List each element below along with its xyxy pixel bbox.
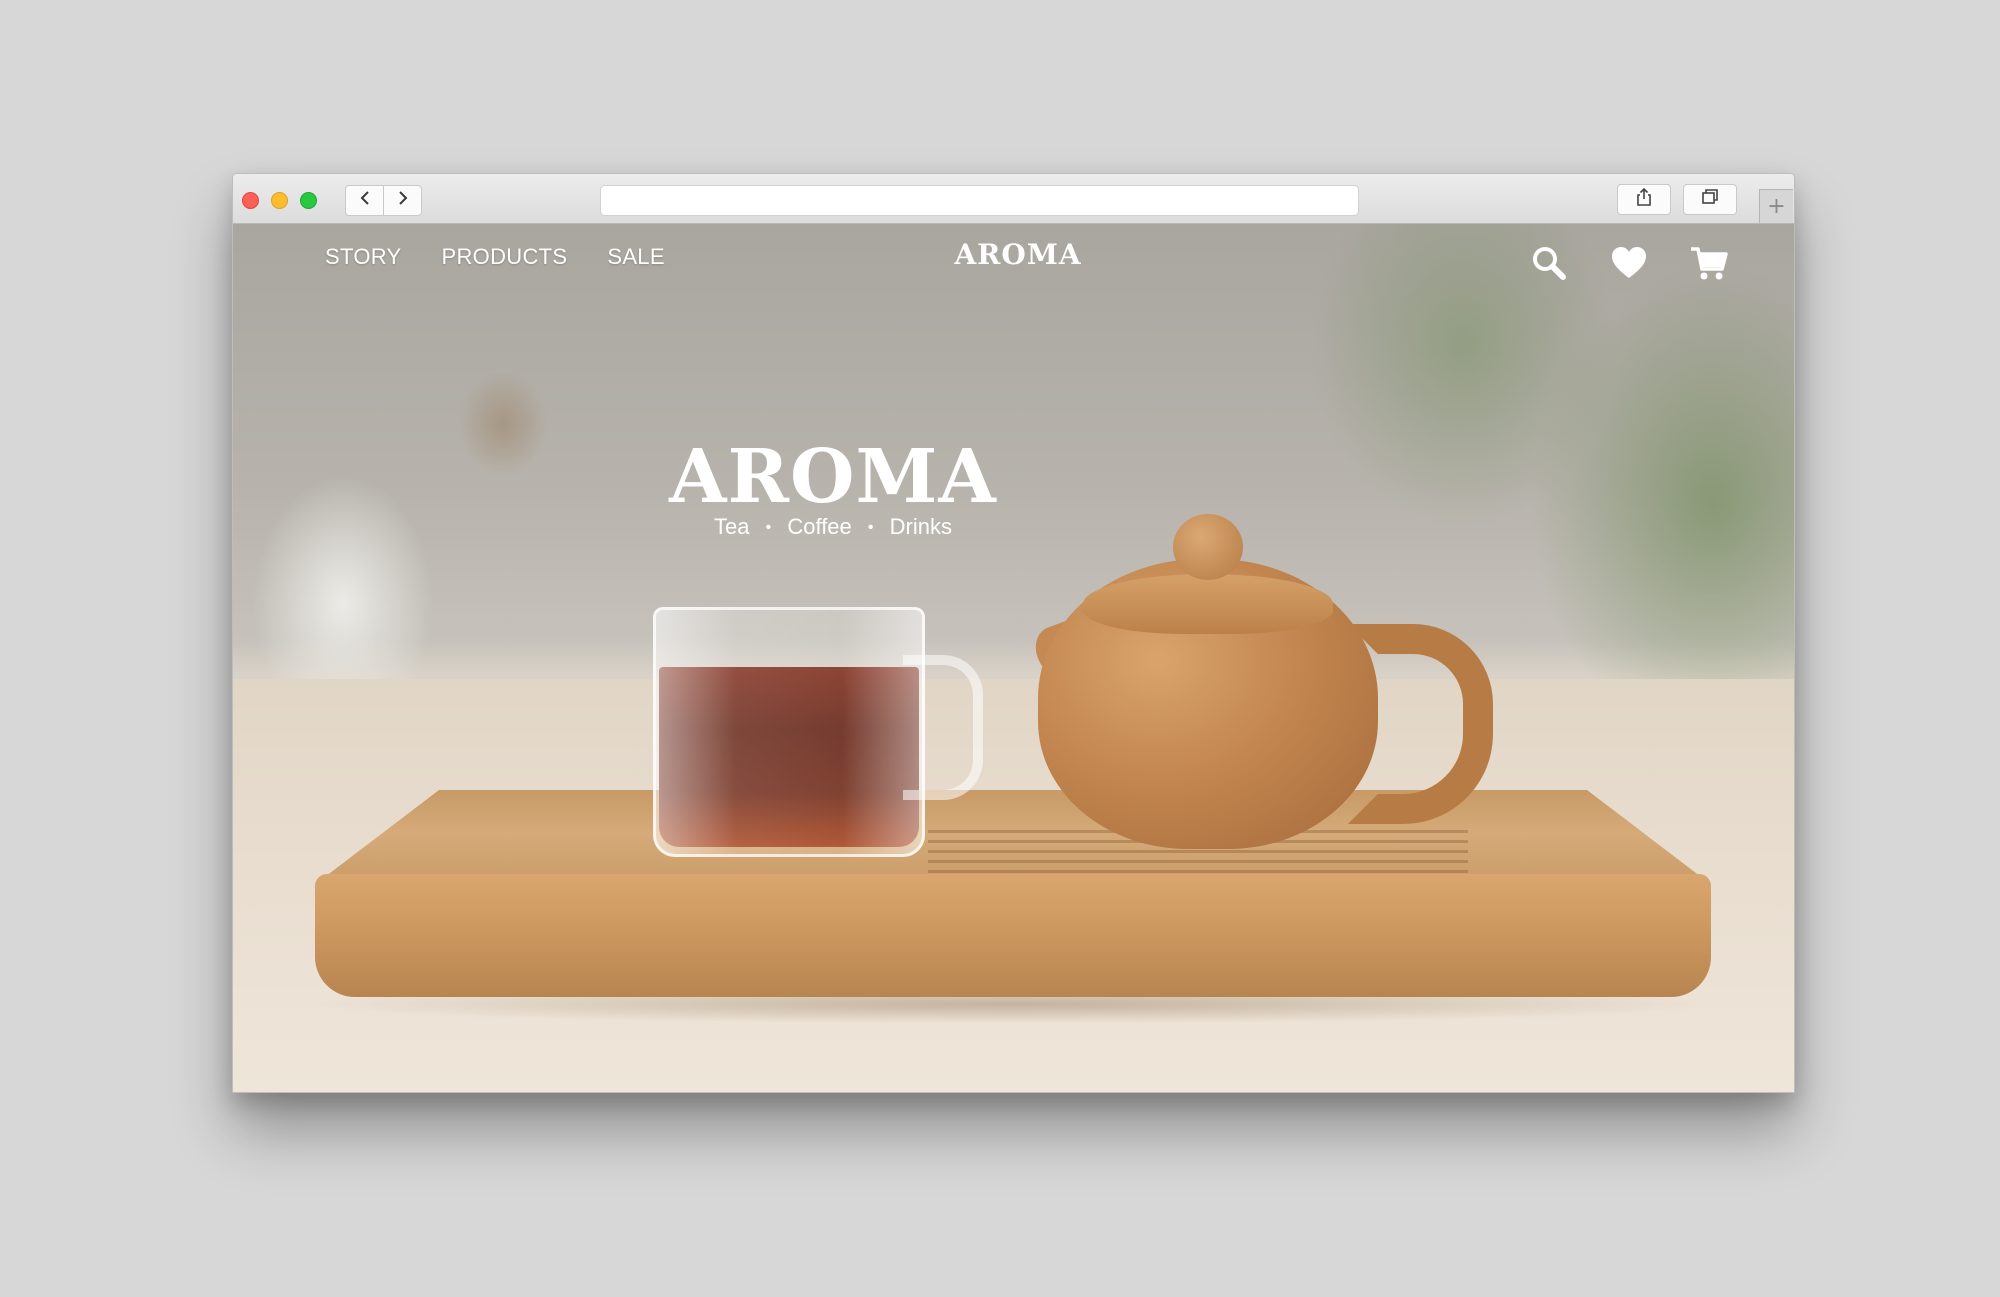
chevron-right-icon bbox=[397, 190, 409, 211]
nav-link-products[interactable]: PRODUCTS bbox=[442, 244, 568, 270]
hero-title: AROMA bbox=[669, 434, 997, 520]
window-minimize-button[interactable] bbox=[271, 192, 288, 209]
site-navigation: STORY PRODUCTS SALE AROMA bbox=[233, 224, 1794, 294]
plus-icon: + bbox=[1767, 194, 1786, 219]
hero-tray-front bbox=[315, 874, 1711, 997]
window-maximize-button[interactable] bbox=[300, 192, 317, 209]
tabs-overview-icon bbox=[1700, 187, 1720, 212]
tagline-separator: • bbox=[765, 519, 772, 536]
browser-toolbar: + bbox=[233, 174, 1794, 224]
hero-cup-handle bbox=[903, 655, 983, 800]
desktop-background: + STORY PRODUCTS SALE AROMA AROMA Tea • … bbox=[0, 0, 2000, 1297]
cart-icon[interactable] bbox=[1688, 242, 1730, 284]
nav-links: STORY PRODUCTS SALE bbox=[325, 244, 705, 270]
forward-button[interactable] bbox=[383, 185, 422, 216]
nav-link-story[interactable]: STORY bbox=[325, 244, 402, 270]
tagline-drinks: Drinks bbox=[889, 514, 952, 539]
search-icon[interactable] bbox=[1528, 242, 1570, 284]
hero-brand-block: AROMA Tea • Coffee • Drinks bbox=[618, 434, 1048, 540]
share-button[interactable] bbox=[1617, 184, 1671, 215]
chevron-left-icon bbox=[359, 190, 371, 211]
share-icon bbox=[1634, 187, 1654, 212]
heart-icon[interactable] bbox=[1608, 242, 1650, 284]
tagline-tea: Tea bbox=[714, 514, 750, 539]
tagline-coffee: Coffee bbox=[787, 514, 852, 539]
address-bar[interactable] bbox=[600, 185, 1359, 216]
site-logo[interactable]: AROMA bbox=[948, 238, 1088, 271]
hero-teapot-knob bbox=[1173, 514, 1243, 580]
back-button[interactable] bbox=[345, 185, 384, 216]
nav-link-sale[interactable]: SALE bbox=[607, 244, 664, 270]
browser-window: + STORY PRODUCTS SALE AROMA AROMA Tea • … bbox=[232, 173, 1795, 1093]
tabs-overview-button[interactable] bbox=[1683, 184, 1737, 215]
window-close-button[interactable] bbox=[242, 192, 259, 209]
new-tab-button[interactable]: + bbox=[1759, 189, 1793, 223]
nav-icon-group bbox=[1528, 242, 1730, 284]
hero-section: STORY PRODUCTS SALE AROMA AROMA Tea • Co… bbox=[233, 224, 1794, 1092]
tagline-separator: • bbox=[867, 519, 874, 536]
hero-cup-glass bbox=[653, 607, 925, 857]
hero-teapot-lid bbox=[1083, 574, 1333, 634]
hero-tea-cup bbox=[653, 607, 983, 857]
